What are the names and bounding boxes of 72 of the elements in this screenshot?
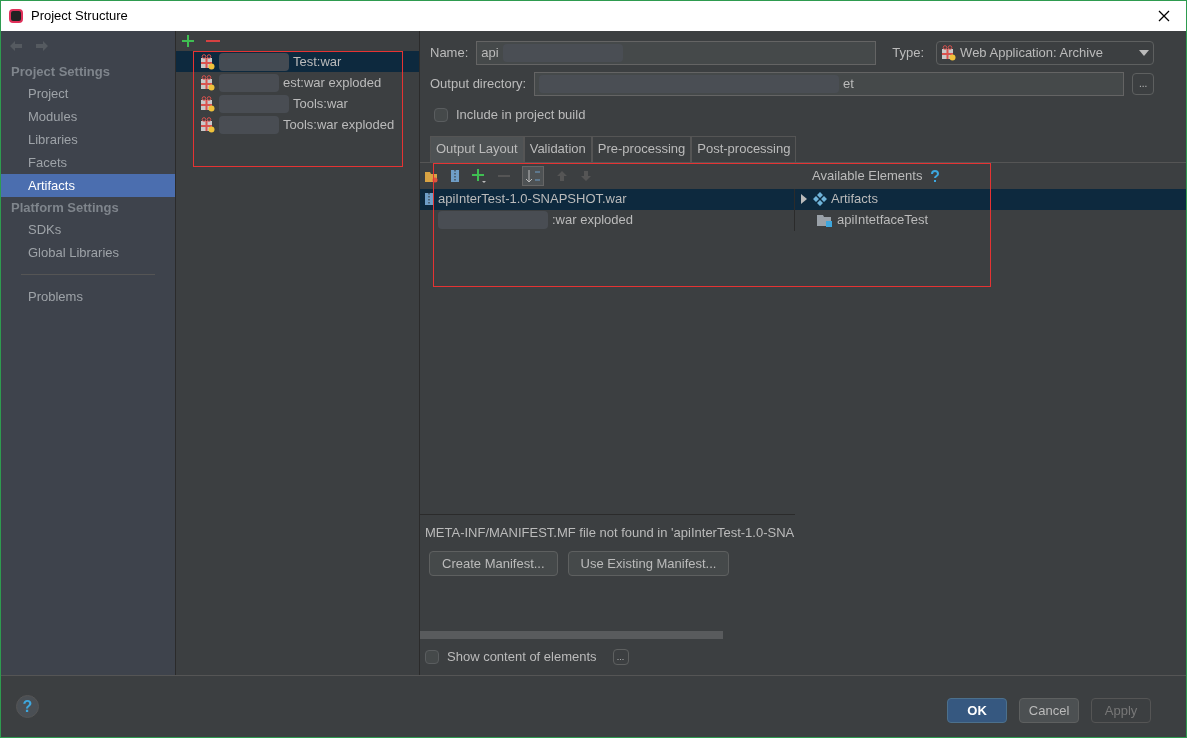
blurred-area	[219, 73, 279, 92]
browse-button[interactable]: ...	[1132, 73, 1155, 95]
package-icon	[941, 45, 957, 61]
artifact-item[interactable]: est:war exploded	[176, 72, 419, 93]
panel-title: Available Elements	[812, 166, 923, 185]
checkbox-label: Show content of elements	[447, 648, 597, 667]
sidebar-item[interactable]: Libraries	[1, 128, 175, 151]
help-button[interactable]: ?	[16, 695, 39, 718]
sidebar-item[interactable]: Modules	[1, 105, 175, 128]
diamond-icon	[813, 192, 827, 206]
artifact-label: Tools:war	[293, 94, 348, 113]
field-label: Type:	[892, 44, 925, 63]
tree-row[interactable]: Artifacts	[795, 188, 1187, 210]
folder-icon	[817, 213, 833, 227]
section-heading: Platform Settings	[10, 199, 120, 217]
checkbox[interactable]	[425, 650, 439, 664]
tree-label: Artifacts	[831, 190, 878, 209]
artifact-item[interactable]: Tools:war exploded	[176, 114, 419, 135]
sidebar-item[interactable]: Facets	[1, 151, 175, 174]
app-logo-icon	[9, 9, 23, 23]
scrollbar[interactable]	[420, 631, 723, 639]
tab[interactable]: Validation	[523, 135, 592, 162]
tree-row[interactable]: apiIntetfaceTest	[795, 209, 1187, 231]
checkbox[interactable]	[434, 107, 448, 122]
artifact-item[interactable]: Tools:war	[176, 93, 419, 114]
sidebar-item[interactable]: Problems	[1, 285, 175, 308]
package-icon	[200, 116, 215, 133]
close-icon[interactable]	[1158, 10, 1171, 22]
manifest-button[interactable]: Use Existing Manifest...	[567, 551, 730, 576]
dialog-button[interactable]: Cancel	[1019, 698, 1080, 723]
artifact-label: est:war exploded	[283, 73, 382, 92]
tree-label: apiInterTest-1.0-SNAPSHOT.war	[438, 190, 627, 209]
artifact-label: Test:war	[293, 52, 342, 71]
sidebar-item[interactable]: Artifacts	[1, 174, 175, 197]
sort-icon[interactable]	[522, 165, 544, 186]
sidebar-item[interactable]: Project	[1, 82, 175, 105]
artifact-item[interactable]: Test:war	[176, 51, 419, 72]
add-icon[interactable]	[472, 168, 486, 183]
warning-message: META-INF/MANIFEST.MF file not found in 'apiInterTest-1.0-SNA	[424, 523, 796, 542]
window-title: Project Structure	[31, 7, 128, 26]
type-dropdown[interactable]: Web Application: Archive	[936, 41, 1155, 65]
move-down-icon	[580, 169, 592, 182]
caret-icon	[1139, 49, 1150, 57]
section-heading: Project Settings	[10, 63, 111, 81]
tab[interactable]: Post-processing	[691, 135, 797, 162]
sidebar-item[interactable]: Global Libraries	[1, 241, 175, 264]
tree-row[interactable]: :war exploded	[420, 209, 794, 231]
sidebar-item[interactable]: SDKs	[1, 218, 175, 241]
package-icon	[200, 95, 215, 112]
package-icon	[200, 74, 215, 91]
tab[interactable]: Output Layout	[430, 135, 524, 162]
manifest-button[interactable]: Create Manifest...	[429, 551, 558, 576]
collapsed-arrow-icon[interactable]	[799, 194, 809, 204]
tab[interactable]: Pre-processing	[591, 135, 692, 162]
field-label: Output directory:	[430, 75, 527, 94]
tree-row[interactable]: apiInterTest-1.0-SNAPSHOT.war	[420, 188, 794, 210]
tree-label: :war exploded	[552, 211, 633, 230]
help-icon[interactable]	[930, 169, 941, 182]
field-label: Name:	[430, 44, 469, 63]
add-icon[interactable]	[182, 35, 194, 47]
checkbox-label: Include in project build	[456, 106, 586, 124]
package-icon	[200, 53, 215, 70]
tree-label: apiIntetfaceTest	[837, 211, 929, 230]
move-up-icon	[556, 169, 568, 182]
artifact-label: Tools:war exploded	[283, 115, 395, 134]
archive-icon[interactable]	[450, 168, 460, 183]
output-directory-field[interactable]: et	[534, 72, 1125, 96]
name-field[interactable]: api	[476, 41, 877, 65]
archive-icon	[424, 192, 434, 206]
dialog-button[interactable]: OK	[947, 698, 1008, 723]
blurred-area	[219, 52, 289, 71]
more-button[interactable]: ...	[612, 649, 629, 665]
